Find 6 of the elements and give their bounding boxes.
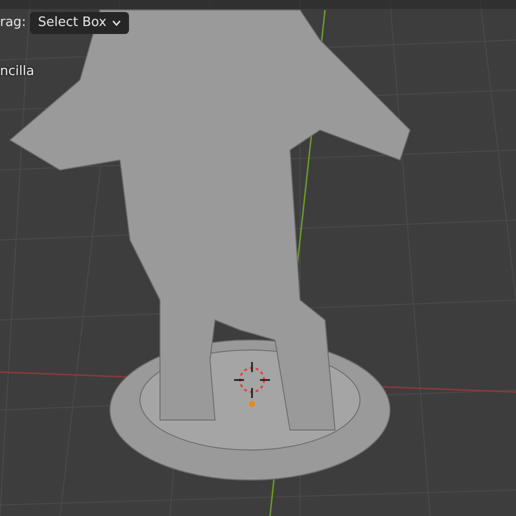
origin-dot (249, 401, 255, 407)
object-name: ncilla (0, 63, 34, 81)
caret-icon (112, 20, 122, 26)
drag-label: rag: (0, 14, 26, 32)
3d-cursor-icon (233, 361, 271, 399)
select-mode-dropdown[interactable]: Select Box (30, 12, 130, 34)
